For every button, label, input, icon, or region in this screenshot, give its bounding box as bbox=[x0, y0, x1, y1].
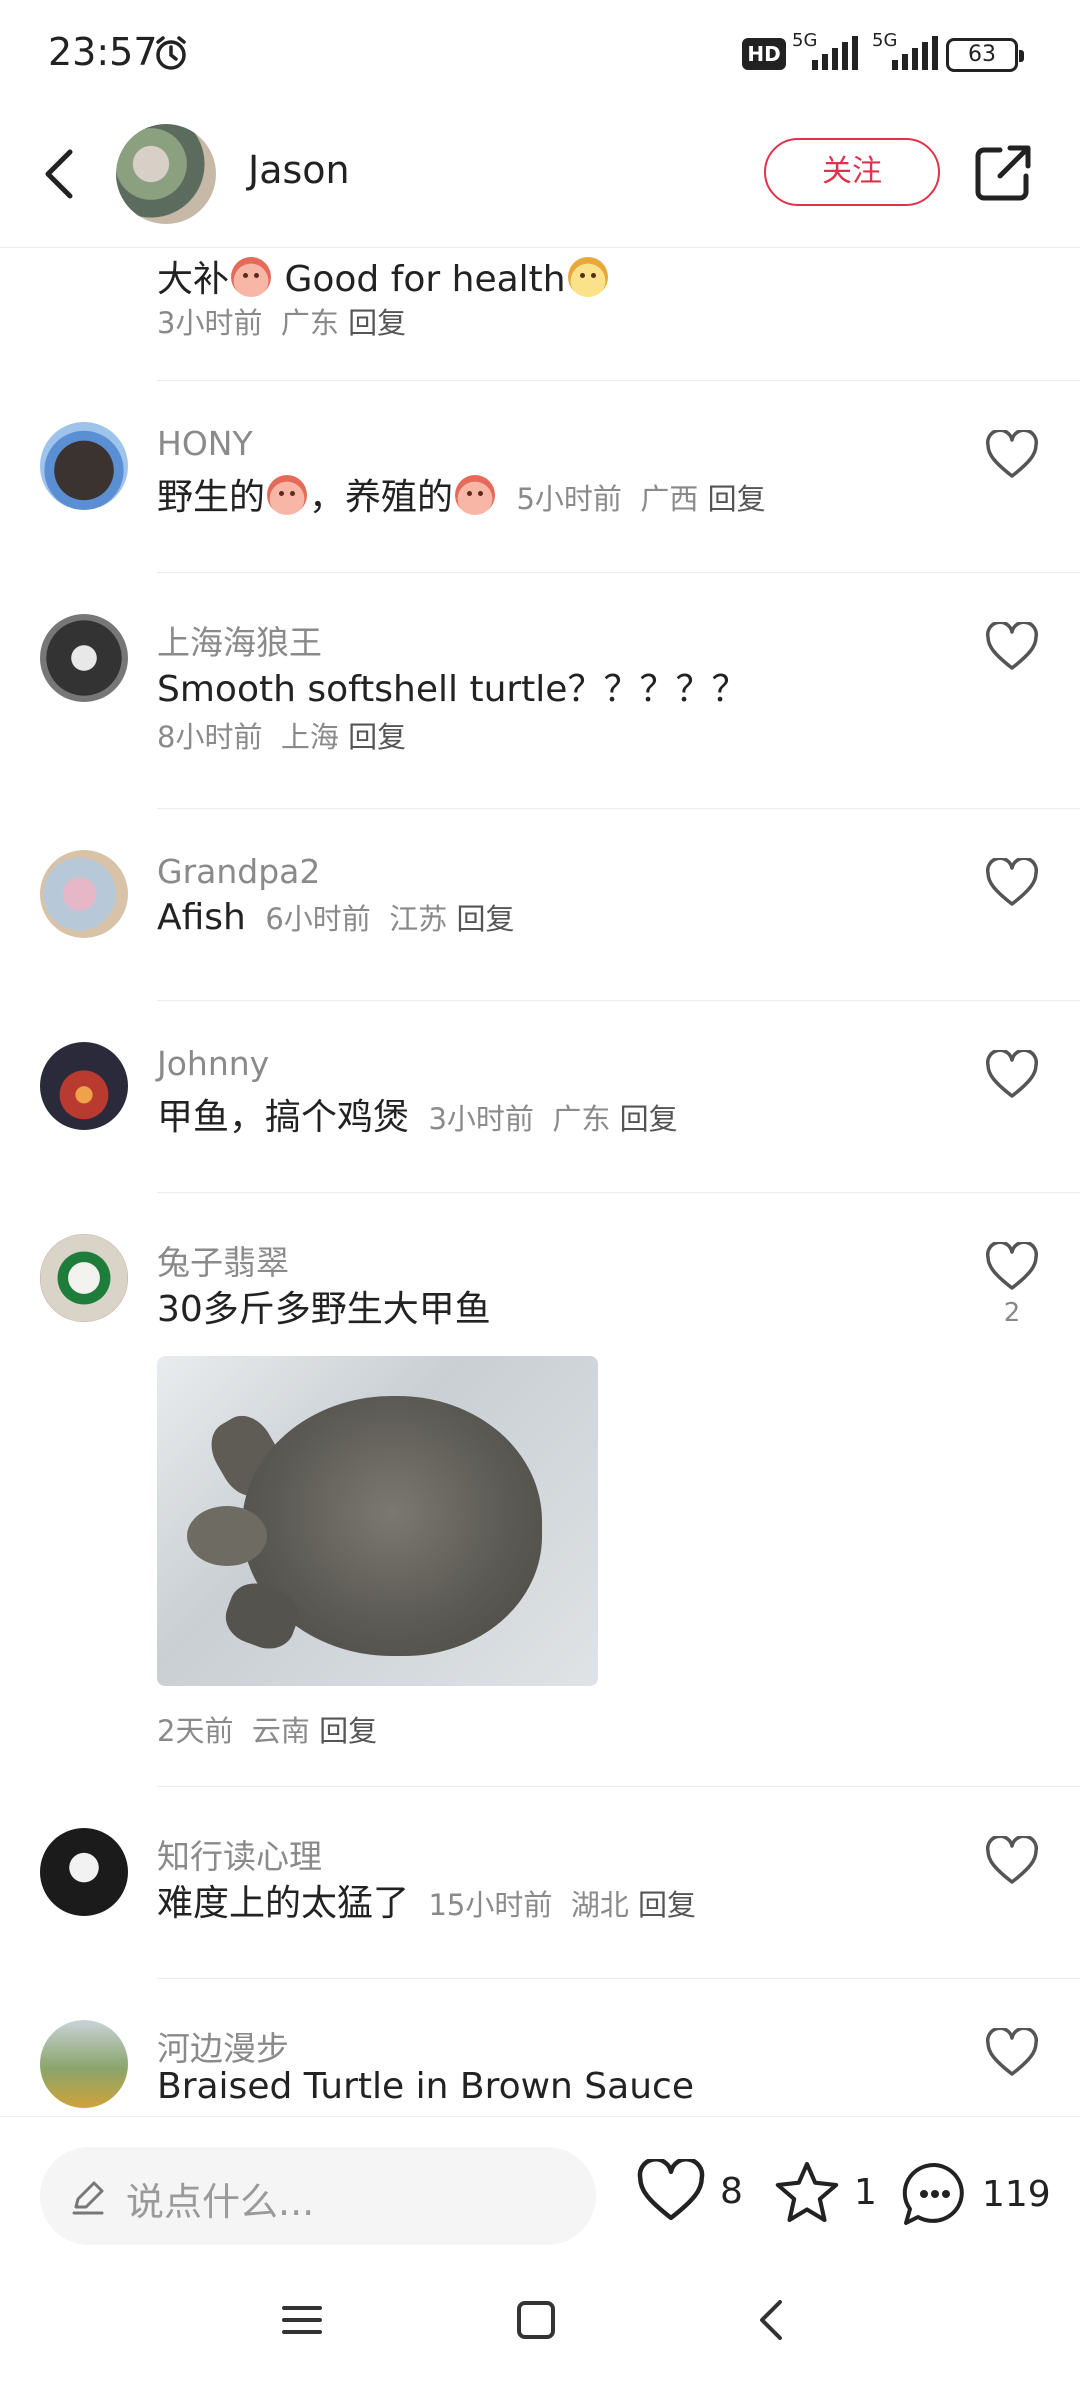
follow-button[interactable]: 关注 bbox=[764, 138, 940, 206]
input-placeholder: 说点什么... bbox=[126, 2180, 315, 2224]
hd-voice-icon: HD bbox=[742, 38, 786, 70]
like-heart-icon[interactable] bbox=[984, 1836, 1040, 1886]
divider bbox=[157, 380, 1080, 381]
status-bar: 23:57 HD 5G 5G 63 bbox=[0, 0, 1080, 104]
comment-list[interactable]: 大补 Good for health 3小时前 广东 回复 HONY 野生的 ，养… bbox=[0, 248, 1080, 2116]
reply-button[interactable]: 回复 bbox=[319, 1714, 377, 1748]
divider bbox=[157, 1786, 1080, 1787]
like-heart-icon[interactable] bbox=[984, 858, 1040, 908]
share-icon[interactable] bbox=[970, 140, 1036, 206]
like-count: 2 bbox=[1003, 1298, 1021, 1328]
peach-emoji-icon bbox=[231, 257, 272, 297]
heart-icon bbox=[637, 2159, 705, 2221]
commenter-avatar[interactable] bbox=[40, 1234, 128, 1322]
comments-button[interactable]: 119 bbox=[900, 2159, 1051, 2229]
commenter-name[interactable]: HONY bbox=[157, 424, 253, 463]
commenter-avatar[interactable] bbox=[40, 422, 128, 510]
divider bbox=[157, 1000, 1080, 1001]
commenter-avatar[interactable] bbox=[40, 1828, 128, 1916]
commenter-name[interactable]: 上海海狼王 bbox=[157, 616, 322, 664]
signal-strength-1-icon bbox=[812, 34, 858, 70]
commenter-name[interactable]: 兔子翡翠 bbox=[157, 1236, 289, 1284]
comment-text: Smooth softshell turtle？？？？？ bbox=[157, 669, 748, 710]
home-icon[interactable] bbox=[514, 2298, 558, 2342]
favorite-button[interactable]: 1 bbox=[772, 2159, 877, 2225]
comment-text: 野生的 ，养殖的 5小时前 广西 回复 bbox=[157, 475, 766, 518]
comment-text: 甲鱼，搞个鸡煲 3小时前 广东 回复 bbox=[157, 1097, 678, 1138]
reply-button[interactable]: 回复 bbox=[708, 482, 766, 516]
comment-text: 大补 Good for health bbox=[157, 250, 610, 302]
comment-bubble-icon bbox=[902, 2162, 964, 2225]
author-name[interactable]: Jason bbox=[248, 148, 350, 192]
post-comments-screen: 23:57 HD 5G 5G 63 Jason 关注 大补 Good for h… bbox=[0, 0, 1080, 2400]
reply-button[interactable]: 回复 bbox=[638, 1888, 696, 1922]
commenter-name[interactable]: 知行读心理 bbox=[157, 1830, 322, 1878]
like-post-button[interactable]: 8 bbox=[634, 2159, 743, 2223]
like-count: 8 bbox=[720, 2170, 743, 2212]
reply-button[interactable]: 回复 bbox=[456, 902, 514, 936]
back-arrow-icon[interactable] bbox=[34, 142, 94, 206]
comment-count: 119 bbox=[982, 2173, 1051, 2215]
comment-meta: 5小时前 广西 回复 bbox=[516, 482, 766, 516]
back-icon[interactable] bbox=[750, 2298, 794, 2342]
reply-button[interactable]: 回复 bbox=[620, 1102, 678, 1136]
comment-photo[interactable] bbox=[157, 1356, 598, 1686]
reply-button[interactable]: 回复 bbox=[348, 306, 406, 340]
star-icon bbox=[775, 2161, 839, 2223]
comment-meta: 8小时前 上海 回复 bbox=[157, 720, 407, 754]
star-count: 1 bbox=[854, 2171, 877, 2213]
comment-input[interactable]: 说点什么... bbox=[40, 2147, 596, 2245]
photo-detail bbox=[187, 1506, 267, 1566]
like-heart-icon[interactable] bbox=[984, 622, 1040, 672]
bottom-action-bar: 说点什么... 8 1 119 bbox=[0, 2116, 1080, 2256]
alarm-icon bbox=[156, 36, 186, 70]
cute-face-emoji-icon bbox=[567, 257, 608, 297]
comment-text: 难度上的太猛了 15小时前 湖北 回复 bbox=[157, 1883, 697, 1924]
signal-strength-2-icon bbox=[892, 34, 938, 70]
peach-emoji-icon bbox=[455, 475, 496, 515]
divider bbox=[157, 572, 1080, 573]
comment-meta: 3小时前 广东 回复 bbox=[428, 1102, 678, 1136]
commenter-avatar[interactable] bbox=[40, 1042, 128, 1130]
comment-meta: 15小时前 湖北 回复 bbox=[428, 1888, 697, 1922]
like-heart-icon[interactable] bbox=[984, 1050, 1040, 1100]
menu-icon[interactable] bbox=[280, 2298, 324, 2342]
commenter-name[interactable]: Johnny bbox=[157, 1044, 269, 1083]
like-heart-icon[interactable] bbox=[984, 430, 1040, 480]
pencil-icon bbox=[72, 2181, 104, 2215]
commenter-avatar[interactable] bbox=[40, 614, 128, 702]
comment-text: Afish 6小时前 江苏 回复 bbox=[157, 897, 515, 938]
status-time: 23:57 bbox=[48, 30, 158, 74]
reply-button[interactable]: 回复 bbox=[348, 720, 406, 754]
peach-emoji-icon bbox=[267, 475, 308, 515]
post-header: Jason 关注 bbox=[0, 104, 1080, 248]
author-avatar[interactable] bbox=[116, 124, 216, 224]
commenter-avatar[interactable] bbox=[40, 850, 128, 938]
like-heart-icon[interactable] bbox=[984, 1242, 1040, 1292]
battery-indicator: 63 bbox=[946, 38, 1024, 72]
divider bbox=[157, 1978, 1080, 1979]
comment-meta: 6小时前 江苏 回复 bbox=[265, 902, 515, 936]
comment-text: Braised Turtle in Brown Sauce bbox=[157, 2066, 694, 2107]
comment-text: 30多斤多野生大甲鱼 bbox=[157, 1289, 491, 1330]
commenter-name[interactable]: 河边漫步 bbox=[157, 2022, 289, 2070]
like-heart-icon[interactable] bbox=[984, 2028, 1040, 2078]
commenter-name[interactable]: Grandpa2 bbox=[157, 852, 320, 891]
system-nav-bar bbox=[0, 2256, 1080, 2400]
commenter-avatar[interactable] bbox=[40, 2020, 128, 2108]
comment-meta: 2天前 云南 回复 bbox=[157, 1714, 378, 1748]
divider bbox=[157, 1192, 1080, 1193]
comment-meta: 3小时前 广东 回复 bbox=[157, 306, 407, 340]
divider bbox=[157, 808, 1080, 809]
